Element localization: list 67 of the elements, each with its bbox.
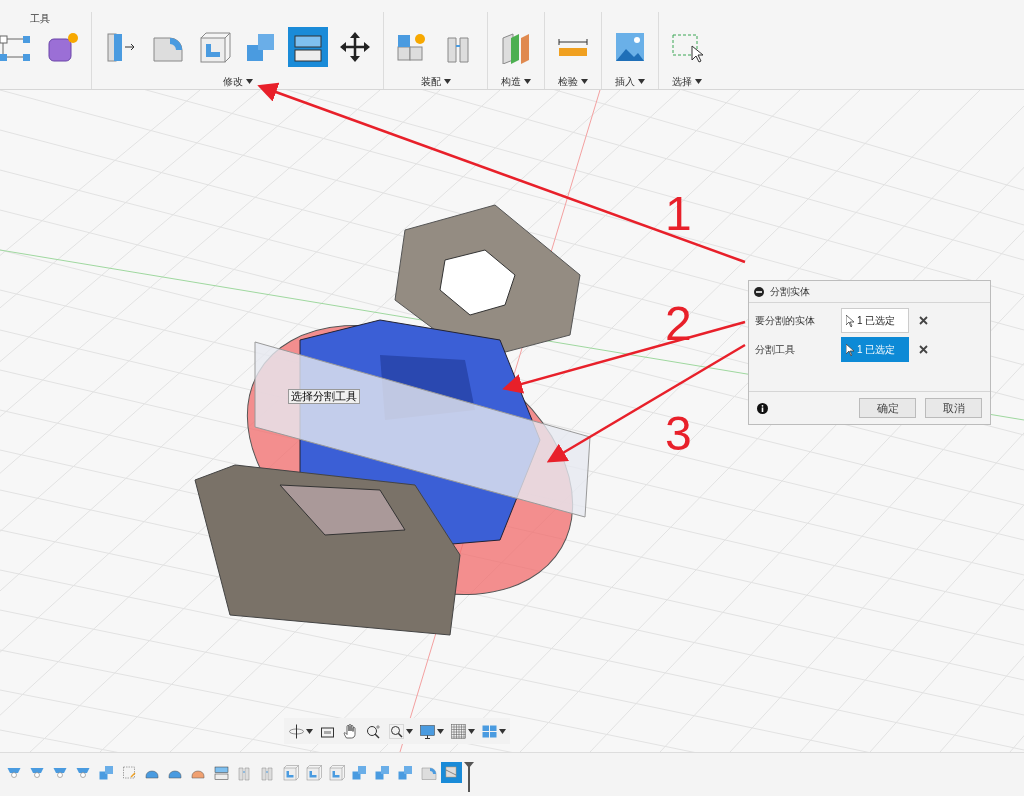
- field-label: 要分割的实体: [755, 314, 816, 328]
- cursor-icon: [846, 314, 854, 327]
- cube-star-icon: [46, 30, 80, 64]
- group-menu-button[interactable]: 检验: [558, 74, 588, 89]
- timeline-feature[interactable]: [326, 762, 347, 783]
- monitor-icon: [419, 722, 436, 740]
- nav-tool-button[interactable]: [388, 722, 413, 740]
- shell-icon: [305, 764, 322, 781]
- shell-icon: [328, 764, 345, 781]
- caret-icon: [468, 728, 475, 734]
- info-icon[interactable]: [757, 402, 768, 414]
- fillet-icon: [420, 764, 437, 781]
- caret-icon: [638, 79, 645, 84]
- hand-icon: [342, 722, 359, 740]
- caret-icon: [443, 79, 451, 84]
- cursor-icon: [846, 343, 854, 356]
- group-menu-button[interactable]: 装配: [420, 74, 451, 89]
- selection-field[interactable]: 1 已选定: [841, 308, 909, 333]
- group-menu-button[interactable]: 选择: [672, 74, 702, 89]
- cubes-icon: [351, 764, 368, 781]
- group-menu-button[interactable]: 修改: [222, 74, 253, 89]
- nav-tool-button[interactable]: [288, 722, 313, 740]
- orbit-icon: [288, 722, 305, 740]
- annotation-number: 3: [665, 410, 692, 458]
- tooltip: 选择分割工具: [288, 389, 360, 404]
- cubes-icon: [397, 764, 414, 781]
- selection-field[interactable]: 1 已选定: [841, 337, 909, 362]
- caret-icon: [437, 728, 444, 734]
- caret-icon: [524, 79, 531, 84]
- caret-icon: [306, 728, 313, 734]
- zoom-icon: [365, 722, 382, 740]
- close-icon[interactable]: [919, 316, 928, 325]
- timeline-feature[interactable]: [303, 762, 324, 783]
- nav-tool-button[interactable]: [419, 722, 444, 740]
- group-menu-button[interactable]: 插入: [615, 74, 645, 89]
- dashed-square-icon: [121, 764, 138, 781]
- zoom-fit-icon: [388, 722, 405, 740]
- collapse-icon[interactable]: [754, 286, 764, 297]
- joint-icon: [259, 764, 276, 781]
- split-body-icon: [443, 764, 460, 781]
- timeline-marker-icon[interactable]: [464, 762, 474, 792]
- field-label: 分割工具: [755, 343, 796, 357]
- caret-icon: [581, 79, 588, 84]
- nav-tool-button[interactable]: [450, 722, 475, 740]
- dialog-title: 分割实体: [770, 285, 810, 299]
- tool-button[interactable]: [288, 27, 328, 67]
- caret-icon: [406, 728, 413, 734]
- caret-icon: [695, 79, 702, 84]
- move-arrows-icon: [338, 30, 372, 64]
- split-body-icon: [213, 764, 230, 781]
- group-label: 工具: [29, 12, 50, 26]
- group-menu-button[interactable]: 构造: [501, 74, 531, 89]
- dialog-button[interactable]: 取消: [925, 398, 982, 418]
- grid-icon: [450, 722, 467, 740]
- caret-icon: [499, 728, 506, 734]
- caret-icon: [245, 79, 253, 84]
- shell-icon: [197, 30, 231, 64]
- cubes-icon: [98, 764, 115, 781]
- close-icon[interactable]: [919, 345, 928, 354]
- annotation-number: 1: [665, 190, 692, 238]
- dialog-button[interactable]: 确定: [859, 398, 916, 418]
- picture-icon: [613, 30, 647, 64]
- nav-tool-button[interactable]: [365, 722, 382, 740]
- cubes-icon: [374, 764, 391, 781]
- joint-icon: [236, 764, 253, 781]
- shell-icon: [282, 764, 299, 781]
- timeline-feature[interactable]: [280, 762, 301, 783]
